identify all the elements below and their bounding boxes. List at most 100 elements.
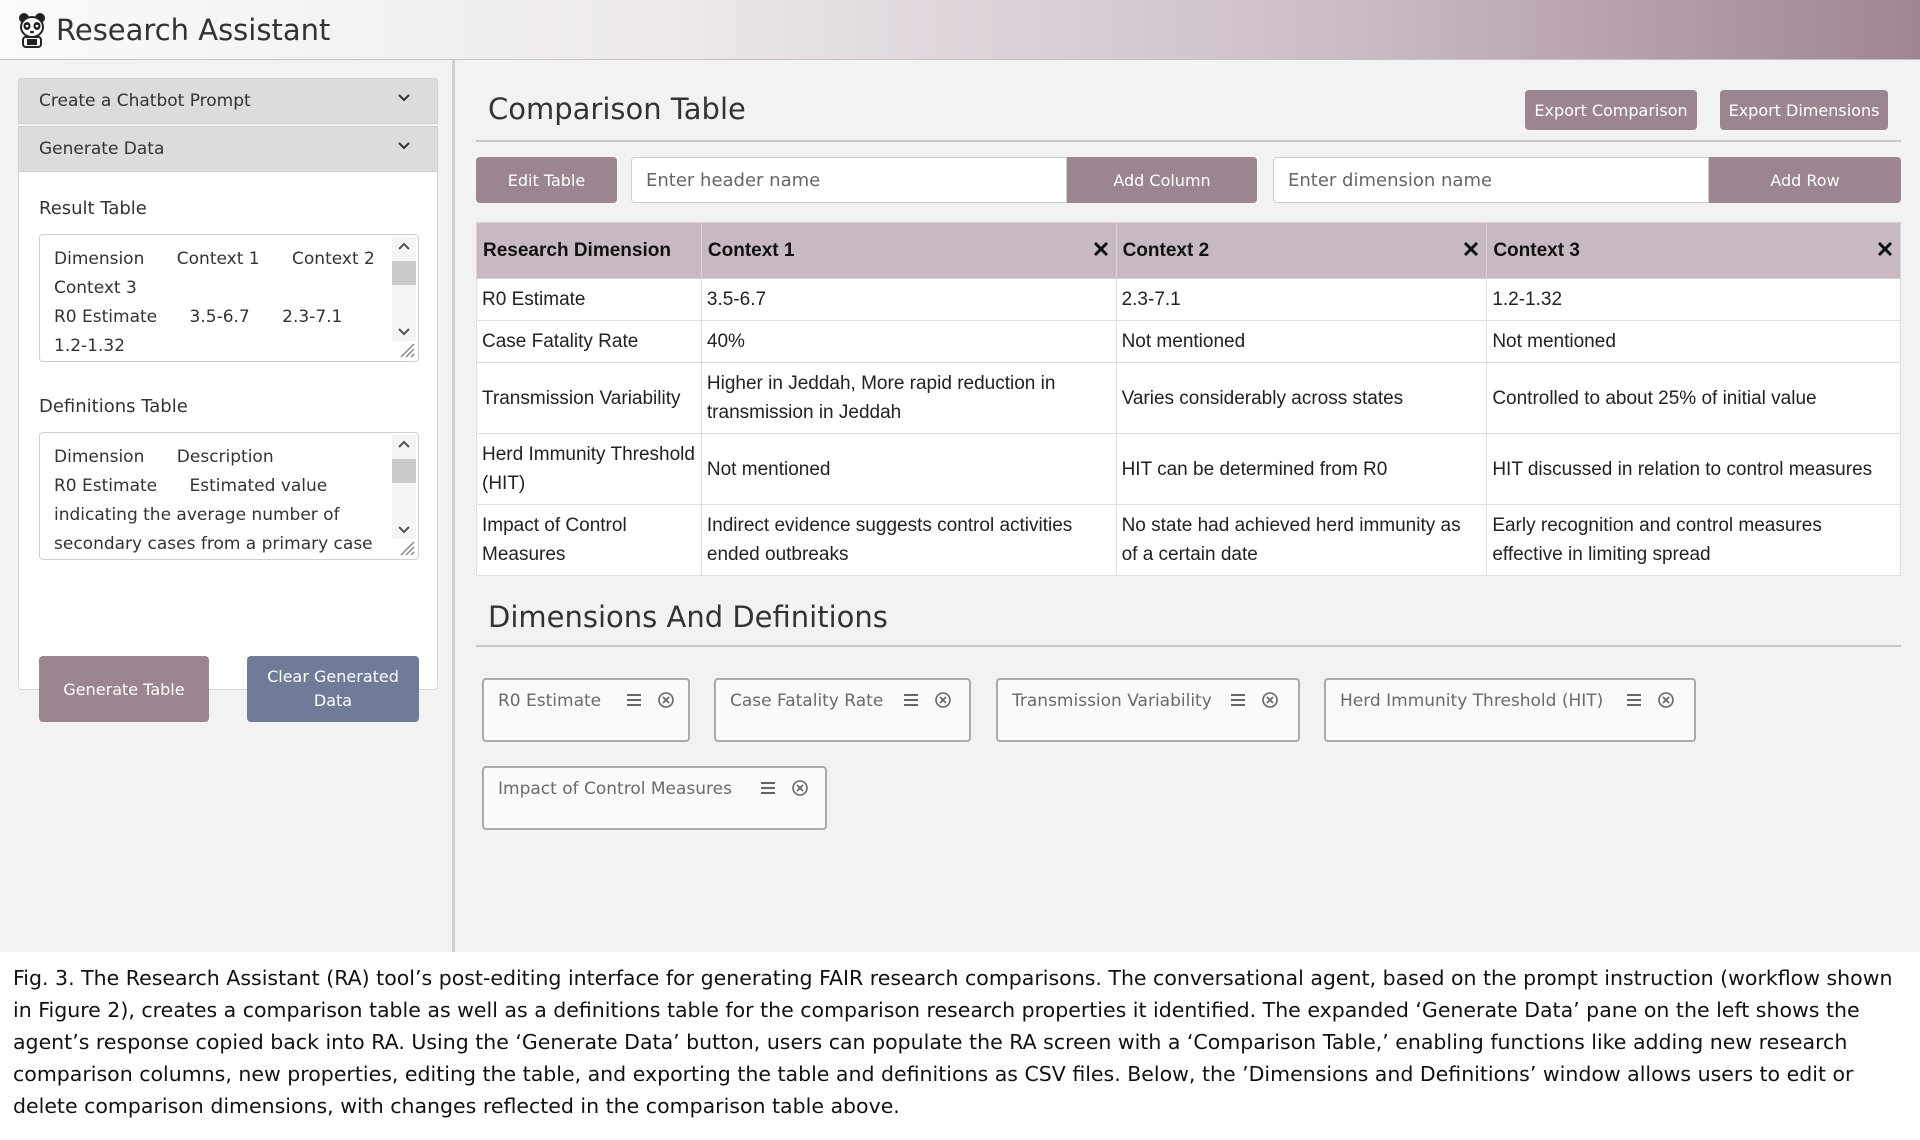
main-content: Comparison Table Export Comparison Expor… <box>458 60 1920 952</box>
divider <box>476 645 1901 647</box>
table-cell[interactable]: No state had achieved herd immunity as o… <box>1115 504 1488 576</box>
dimension-chip-label: Transmission Variability <box>1012 691 1212 711</box>
table-cell[interactable]: 2.3-7.1 <box>1115 278 1488 321</box>
sidebar: Create a Chatbot Prompt Generate Data Re… <box>0 60 455 952</box>
remove-icon[interactable] <box>933 690 953 710</box>
table-cell[interactable]: Controlled to about 25% of initial value <box>1486 362 1901 434</box>
dimension-chip[interactable]: Transmission Variability <box>996 678 1300 742</box>
dimension-name-input[interactable]: Enter dimension name <box>1273 157 1709 203</box>
dimension-chip-label: Impact of Control Measures <box>498 779 732 799</box>
table-cell[interactable]: 40% <box>700 320 1117 363</box>
scrollbar[interactable] <box>392 237 416 341</box>
accordion-generate-data[interactable]: Generate Data <box>18 126 438 172</box>
add-row-button[interactable]: Add Row <box>1709 157 1901 203</box>
table-cell[interactable]: Varies considerably across states <box>1115 362 1488 434</box>
table-cell[interactable]: Not mentioned <box>700 433 1117 505</box>
result-table-textarea[interactable]: Dimension Context 1 Context 2 Context 3 … <box>39 234 419 362</box>
definitions-table-text: Dimension Description R0 Estimate Estima… <box>54 447 373 554</box>
table-cell[interactable]: Indirect evidence suggests control activ… <box>700 504 1117 576</box>
header-name-input[interactable]: Enter header name <box>631 157 1067 203</box>
table-cell[interactable]: HIT can be determined from R0 <box>1115 433 1488 505</box>
clear-generated-data-button[interactable]: Clear Generated Data <box>247 656 419 722</box>
export-comparison-button[interactable]: Export Comparison <box>1525 90 1697 130</box>
drag-handle-icon[interactable] <box>624 690 644 710</box>
remove-icon[interactable] <box>1656 690 1676 710</box>
drag-handle-icon[interactable] <box>1624 690 1644 710</box>
drag-handle-icon[interactable] <box>758 778 778 798</box>
dimension-chip-label: Herd Immunity Threshold (HIT) <box>1340 691 1604 711</box>
drag-handle-icon[interactable] <box>901 690 921 710</box>
table-cell[interactable]: Herd Immunity Threshold (HIT) <box>476 433 702 505</box>
table-cell[interactable]: Not mentioned <box>1115 320 1488 363</box>
generate-data-panel: Result Table Dimension Context 1 Context… <box>18 172 438 722</box>
scroll-up-icon[interactable] <box>397 241 411 251</box>
column-header: Context 1 <box>700 222 1117 279</box>
result-table-label: Result Table <box>39 198 147 219</box>
table-cell[interactable]: Impact of Control Measures <box>476 504 702 576</box>
dimension-chip-label: R0 Estimate <box>498 691 602 711</box>
dimension-chip[interactable]: Impact of Control Measures <box>482 766 827 830</box>
scroll-down-icon[interactable] <box>397 327 411 337</box>
table-cell[interactable]: HIT discussed in relation to control mea… <box>1486 433 1901 505</box>
drag-handle-icon[interactable] <box>1228 690 1248 710</box>
table-header-row: Research Dimension Context 1 Context 2 C… <box>476 222 1901 279</box>
generate-table-button[interactable]: Generate Table <box>39 656 209 722</box>
remove-icon[interactable] <box>1260 690 1280 710</box>
result-table-text: Dimension Context 1 Context 2 Context 3 … <box>54 249 375 356</box>
table-row: Case Fatality Rate 40% Not mentioned Not… <box>476 320 1901 363</box>
figure-caption: Fig. 3. The Research Assistant (RA) tool… <box>13 966 1893 1118</box>
table-row: R0 Estimate 3.5-6.7 2.3-7.1 1.2-1.32 <box>476 278 1901 321</box>
panda-icon <box>19 12 45 48</box>
table-cell[interactable]: Case Fatality Rate <box>476 320 702 363</box>
chevron-down-icon <box>398 94 410 102</box>
remove-icon[interactable] <box>790 778 810 798</box>
table-row: Impact of Control Measures Indirect evid… <box>476 504 1901 576</box>
table-cell[interactable]: 3.5-6.7 <box>700 278 1117 321</box>
dimension-chip[interactable]: Herd Immunity Threshold (HIT) <box>1324 678 1696 742</box>
app-window: Research Assistant Create a Chatbot Prom… <box>0 0 1920 952</box>
table-cell[interactable]: 1.2-1.32 <box>1486 278 1901 321</box>
app-title: Research Assistant <box>56 12 331 47</box>
accordion-create-chatbot-prompt[interactable]: Create a Chatbot Prompt <box>18 78 438 124</box>
column-header-label: Context 1 <box>707 239 795 261</box>
top-bar: Research Assistant <box>0 0 1920 60</box>
scroll-down-icon[interactable] <box>397 525 411 535</box>
edit-table-button[interactable]: Edit Table <box>476 157 617 203</box>
export-dimensions-button[interactable]: Export Dimensions <box>1720 90 1888 130</box>
delete-column-icon[interactable] <box>1876 240 1894 258</box>
definitions-table-textarea[interactable]: Dimension Description R0 Estimate Estima… <box>39 432 419 560</box>
column-header: Context 2 <box>1115 222 1488 279</box>
dimension-chip[interactable]: Case Fatality Rate <box>714 678 971 742</box>
table-cell[interactable]: Not mentioned <box>1486 320 1901 363</box>
accordion-label: Generate Data <box>39 139 165 159</box>
dimension-chip-label: Case Fatality Rate <box>730 691 884 711</box>
resize-grip-icon[interactable] <box>397 538 415 556</box>
resize-grip-icon[interactable] <box>397 340 415 358</box>
column-header-label: Context 2 <box>1122 239 1210 261</box>
definitions-table-label: Definitions Table <box>39 396 188 417</box>
scroll-thumb[interactable] <box>392 261 416 285</box>
comparison-table-title: Comparison Table <box>488 92 746 126</box>
table-cell[interactable]: Transmission Variability <box>476 362 702 434</box>
column-header-label: Research Dimension <box>483 239 671 261</box>
dimension-chip[interactable]: R0 Estimate <box>482 678 690 742</box>
delete-column-icon[interactable] <box>1092 240 1110 258</box>
accordion-label: Create a Chatbot Prompt <box>39 91 251 111</box>
scrollbar[interactable] <box>392 435 416 539</box>
delete-column-icon[interactable] <box>1462 240 1480 258</box>
table-row: Transmission Variability Higher in Jedda… <box>476 362 1901 434</box>
add-column-button[interactable]: Add Column <box>1067 157 1257 203</box>
table-cell[interactable]: R0 Estimate <box>476 278 702 321</box>
divider <box>476 140 1901 142</box>
table-row: Herd Immunity Threshold (HIT) Not mentio… <box>476 433 1901 505</box>
chevron-down-icon <box>398 142 410 150</box>
remove-icon[interactable] <box>656 690 676 710</box>
scroll-up-icon[interactable] <box>397 439 411 449</box>
scroll-thumb[interactable] <box>392 459 416 483</box>
table-cell[interactable]: Higher in Jeddah, More rapid reduction i… <box>700 362 1117 434</box>
column-header: Context 3 <box>1486 222 1901 279</box>
column-header-label: Context 3 <box>1493 239 1580 261</box>
comparison-table: Research Dimension Context 1 Context 2 C… <box>476 222 1901 576</box>
dimensions-title: Dimensions And Definitions <box>488 600 888 634</box>
table-cell[interactable]: Early recognition and control measures e… <box>1486 504 1901 576</box>
